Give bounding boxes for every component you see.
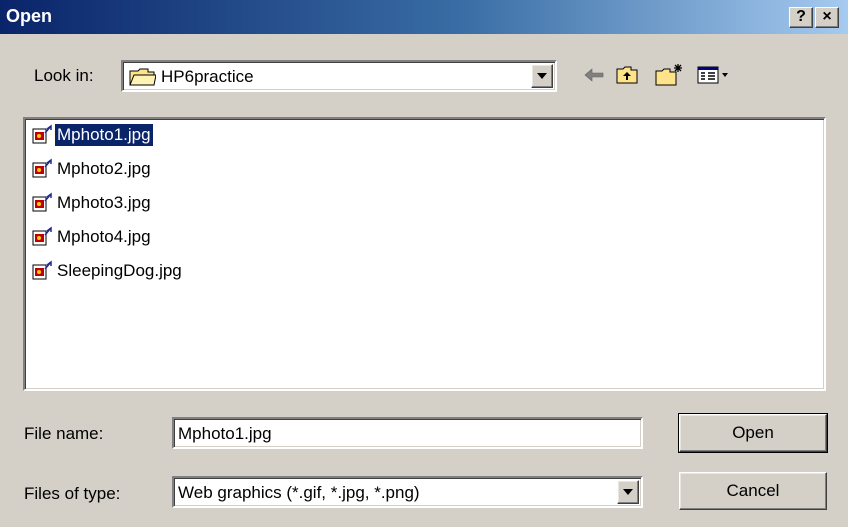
chevron-down-icon [537, 73, 547, 79]
look-in-value: HP6practice [161, 67, 254, 86]
file-list-item[interactable]: Mphoto4.jpg [31, 225, 153, 249]
file-list-item[interactable]: SleepingDog.jpg [31, 259, 184, 283]
file-name-text: Mphoto4.jpg [57, 227, 151, 246]
file-name-value: Mphoto1.jpg [178, 424, 272, 443]
file-list[interactable]: Mphoto1.jpg Mphoto2.jpg Mphoto3.jpg Mphoto4… [23, 117, 826, 391]
image-file-icon [31, 158, 53, 180]
file-list-item[interactable]: Mphoto2.jpg [31, 157, 153, 181]
file-name-label: File name: [24, 424, 104, 443]
cancel-button[interactable]: Cancel [679, 472, 827, 510]
new-folder-button[interactable] [654, 62, 682, 88]
file-name-text: Mphoto1.jpg [54, 123, 154, 147]
open-button[interactable]: Open [678, 413, 828, 453]
file-name-text: Mphoto2.jpg [57, 159, 151, 178]
view-menu-icon [697, 66, 728, 84]
chevron-down-icon [623, 489, 633, 495]
folder-icon [128, 66, 157, 93]
open-dialog: Open ? × Look in: HP6practice Mphoto1.jp… [0, 0, 848, 527]
close-button[interactable]: × [815, 7, 839, 28]
up-folder-icon [616, 66, 638, 84]
view-menu-button[interactable] [696, 62, 736, 88]
file-type-dropdown-button[interactable] [617, 480, 639, 504]
look-in-dropdown-button[interactable] [531, 64, 553, 88]
file-list-item[interactable]: Mphoto1.jpg [31, 123, 154, 147]
dialog-title: Open [6, 6, 53, 26]
help-button[interactable]: ? [789, 7, 813, 28]
look-in-combo[interactable]: HP6practice [121, 60, 557, 92]
up-one-level-button[interactable] [614, 62, 640, 88]
file-type-value: Web graphics (*.gif, *.jpg, *.png) [178, 483, 420, 502]
back-button[interactable] [581, 62, 607, 88]
file-type-label: Files of type: [24, 484, 121, 503]
new-folder-icon [655, 64, 682, 86]
file-name-text: SleepingDog.jpg [57, 261, 182, 280]
image-file-icon [31, 192, 53, 214]
look-in-label: Look in: [34, 66, 94, 85]
title-bar[interactable]: Open ? × [0, 0, 848, 34]
image-file-icon [31, 226, 53, 248]
image-file-icon [31, 260, 53, 282]
file-name-input[interactable]: Mphoto1.jpg [172, 417, 643, 449]
image-file-icon [31, 124, 53, 146]
back-arrow-icon [584, 68, 604, 82]
file-name-text: Mphoto3.jpg [57, 193, 151, 212]
file-type-combo[interactable]: Web graphics (*.gif, *.jpg, *.png) [172, 476, 643, 508]
file-list-item[interactable]: Mphoto3.jpg [31, 191, 153, 215]
